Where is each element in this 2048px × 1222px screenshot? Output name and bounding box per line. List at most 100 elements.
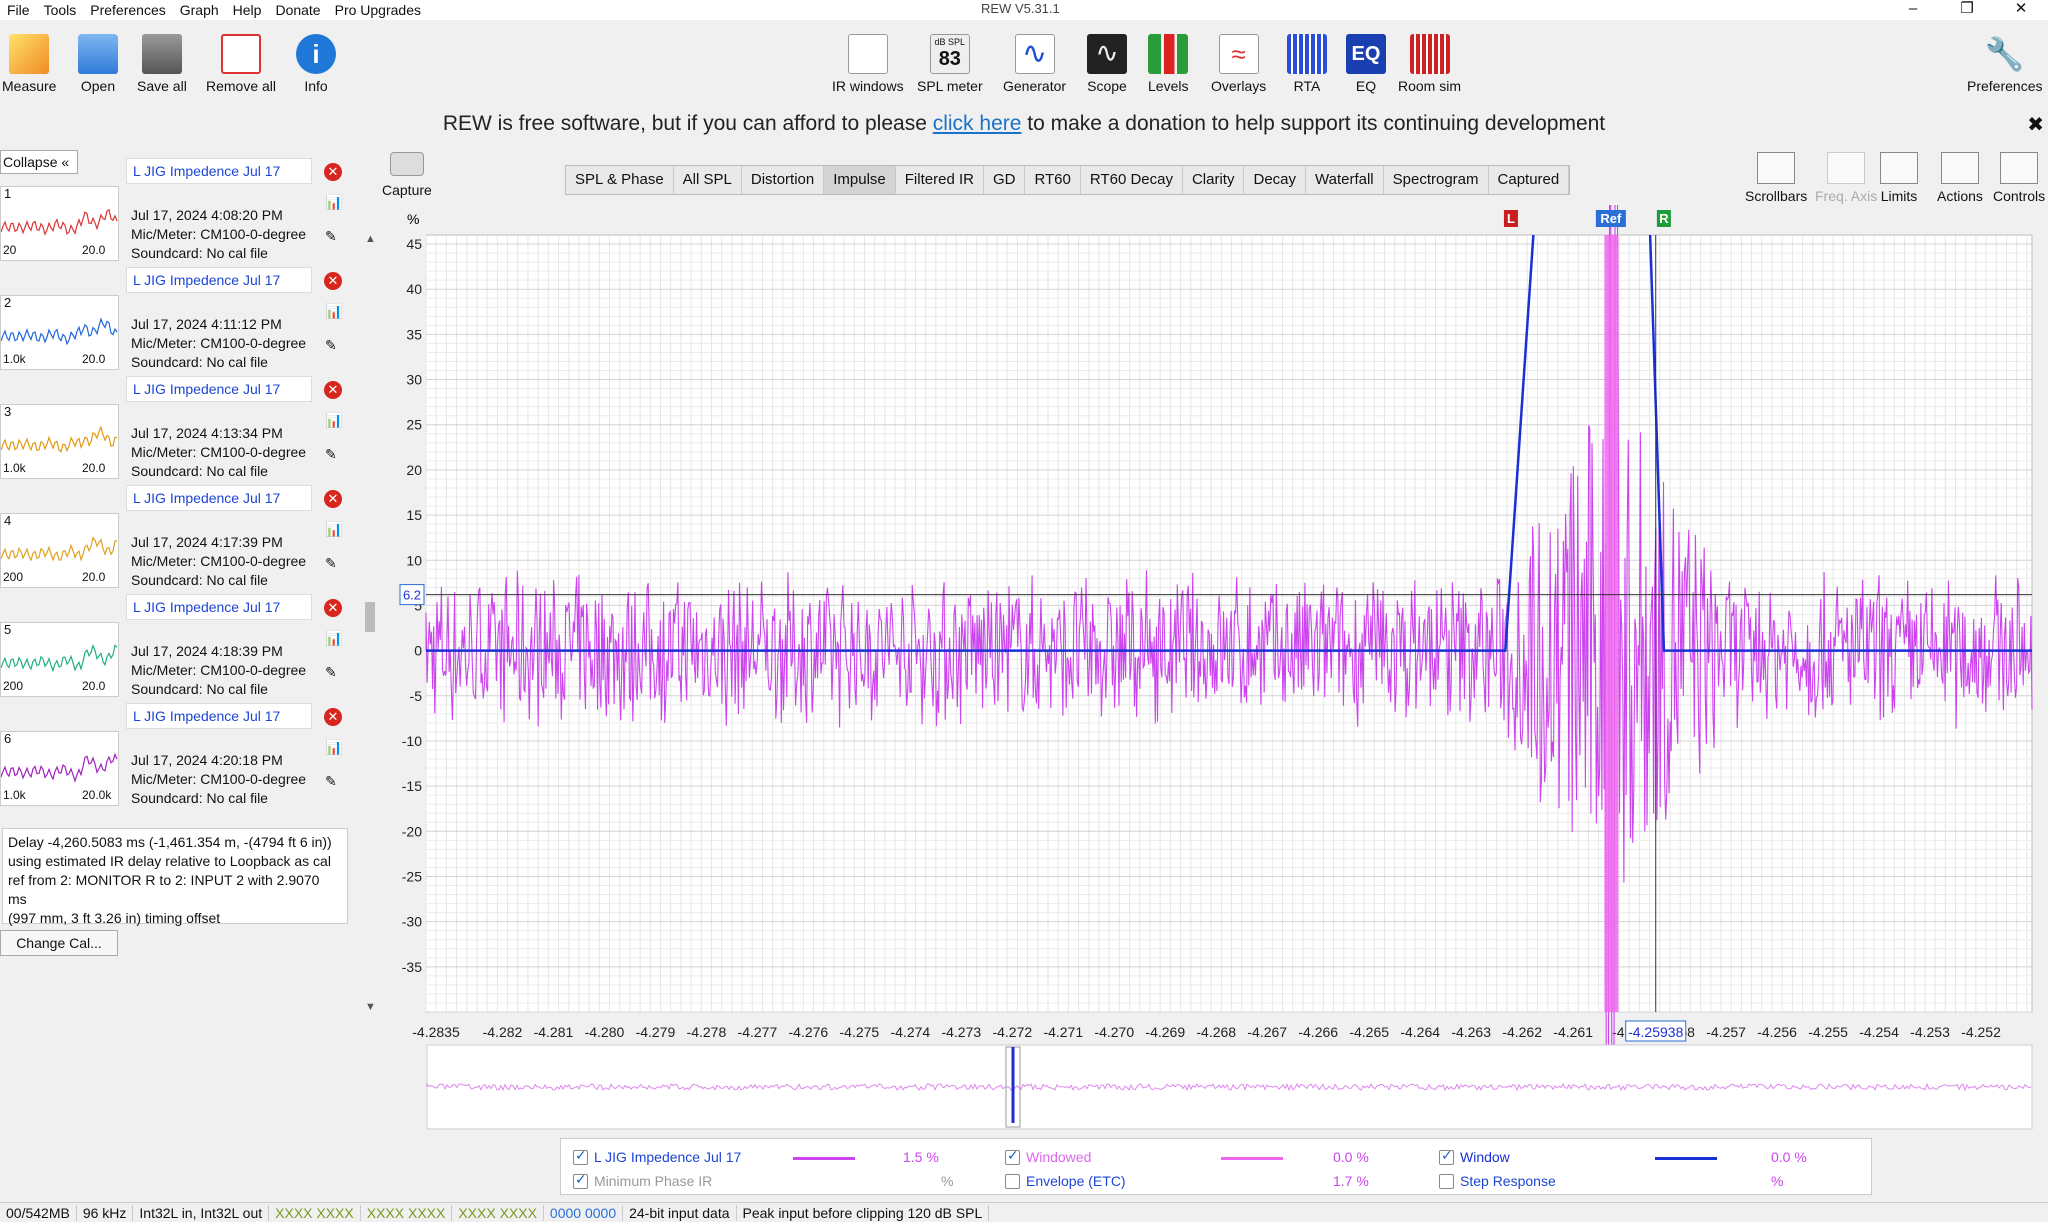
edit-icon[interactable]: ✎	[325, 664, 342, 681]
levels-icon	[1148, 34, 1189, 74]
donate-close-icon[interactable]: ✖	[2027, 112, 2044, 137]
scrollbars-button[interactable]: Scrollbars	[1745, 152, 1807, 204]
chart-icon[interactable]: 📊	[325, 194, 342, 211]
measurement-name[interactable]: L JIG Impedence Jul 17	[126, 594, 312, 620]
remove-all-button[interactable]: Remove all	[206, 34, 276, 94]
spl-meter-button[interactable]: dB SPL 83 SPL meter	[917, 34, 983, 94]
measurement-item[interactable]: L JIG Impedence Jul 17 ✕ 4 200 20.0 Jul 17, 2…	[0, 473, 355, 588]
measurement-item[interactable]: L JIG Impedence Jul 17 ✕ 5 200 20.0 Jul 17, 2…	[0, 582, 355, 697]
impulse-chart[interactable]: %454035302520151050-5-10-15-20-25-30-35-…	[380, 205, 2048, 1135]
controls-button[interactable]: Controls	[1993, 152, 2045, 204]
actions-button[interactable]: Actions	[1937, 152, 1983, 204]
info-button[interactable]: i Info	[296, 34, 336, 94]
legend-checkbox[interactable]	[1005, 1147, 1020, 1165]
menu-donate[interactable]: Donate	[268, 2, 327, 18]
edit-icon[interactable]: ✎	[325, 337, 342, 354]
scroll-thumb[interactable]	[365, 602, 375, 632]
menu-preferences[interactable]: Preferences	[83, 2, 172, 18]
preferences-button[interactable]: 🔧 Preferences	[1967, 34, 2042, 94]
measurement-item[interactable]: L JIG Impedence Jul 17 ✕ 1 20 20.0 Jul 17, 20…	[0, 146, 355, 261]
menu-graph[interactable]: Graph	[173, 2, 226, 18]
remove-measurement-icon[interactable]: ✕	[324, 272, 342, 290]
levels-button[interactable]: Levels	[1148, 34, 1188, 94]
panel-scrollbar[interactable]: ▲ ▼	[362, 230, 378, 1010]
tab-waterfall[interactable]: Waterfall	[1306, 166, 1384, 194]
measurement-item[interactable]: L JIG Impedence Jul 17 ✕ 6 1.0k 20.0k Jul 17,…	[0, 691, 355, 806]
change-cal-button[interactable]: Change Cal...	[0, 930, 118, 956]
open-button[interactable]: Open	[78, 34, 118, 94]
thumbnail-trace	[1, 317, 118, 346]
marker-ref[interactable]: Ref	[1595, 210, 1626, 227]
chart-icon[interactable]: 📊	[325, 739, 342, 756]
capture-button[interactable]: Capture	[382, 152, 432, 198]
menu-tools[interactable]: Tools	[37, 2, 84, 18]
legend-checkbox[interactable]	[1439, 1147, 1454, 1165]
remove-measurement-icon[interactable]: ✕	[324, 163, 342, 181]
legend-checkbox[interactable]	[1439, 1174, 1454, 1189]
legend-checkbox[interactable]	[1005, 1174, 1020, 1189]
overlays-button[interactable]: ≈ Overlays	[1211, 34, 1266, 94]
limits-button[interactable]: Limits	[1880, 152, 1918, 204]
measurement-name[interactable]: L JIG Impedence Jul 17	[126, 703, 312, 729]
measurement-name[interactable]: L JIG Impedence Jul 17	[126, 376, 312, 402]
generator-button[interactable]: ∿ Generator	[1003, 34, 1066, 94]
tab-rt60-decay[interactable]: RT60 Decay	[1081, 166, 1183, 194]
menu-file[interactable]: File	[0, 2, 37, 18]
ir-windows-button[interactable]: IR windows	[832, 34, 904, 94]
levels-label: Levels	[1148, 78, 1189, 94]
remove-measurement-icon[interactable]: ✕	[324, 490, 342, 508]
tab-rt60[interactable]: RT60	[1025, 166, 1081, 194]
tab-filtered-ir[interactable]: Filtered IR	[896, 166, 984, 194]
tab-impulse[interactable]: Impulse	[824, 166, 896, 194]
measurement-name[interactable]: L JIG Impedence Jul 17	[126, 158, 312, 184]
scope-button[interactable]: ∿ Scope	[1087, 34, 1127, 94]
chart-icon[interactable]: 📊	[325, 521, 342, 538]
chart-icon[interactable]: 📊	[325, 303, 342, 320]
save-all-button[interactable]: Save all	[137, 34, 187, 94]
tab-distortion[interactable]: Distortion	[742, 166, 825, 194]
edit-icon[interactable]: ✎	[325, 555, 342, 572]
chart-icon[interactable]: 📊	[325, 630, 342, 647]
freq-axis-button[interactable]: Freq. Axis	[1815, 152, 1877, 204]
legend-item-l-jig-impedence-jul-17[interactable]: L JIG Impedence Jul 17 1.5 %	[573, 1147, 939, 1165]
legend-checkbox[interactable]	[573, 1147, 588, 1165]
scroll-up-icon[interactable]: ▲	[365, 233, 376, 245]
remove-measurement-icon[interactable]: ✕	[324, 599, 342, 617]
eq-button[interactable]: EQ EQ	[1346, 34, 1386, 94]
legend-item-minimum-phase-ir[interactable]: Minimum Phase IR%	[573, 1171, 953, 1189]
tab-decay[interactable]: Decay	[1244, 166, 1307, 194]
legend-checkbox[interactable]	[573, 1171, 588, 1189]
chart-icon[interactable]: 📊	[325, 412, 342, 429]
donate-link[interactable]: click here	[933, 112, 1022, 135]
room-sim-button[interactable]: Room sim	[1398, 34, 1461, 94]
tab-captured[interactable]: Captured	[1489, 166, 1570, 194]
marker-r[interactable]: R	[1656, 210, 1671, 227]
legend-item-step-response[interactable]: Step Response%	[1439, 1173, 1783, 1189]
tab-gd[interactable]: GD	[984, 166, 1026, 194]
remove-measurement-icon[interactable]: ✕	[324, 708, 342, 726]
tab-spl-phase[interactable]: SPL & Phase	[566, 166, 674, 194]
measurement-item[interactable]: L JIG Impedence Jul 17 ✕ 3 1.0k 20.0 Jul 17, …	[0, 364, 355, 479]
marker-l[interactable]: L	[1503, 210, 1518, 227]
edit-icon[interactable]: ✎	[325, 446, 342, 463]
rta-button[interactable]: RTA	[1287, 34, 1327, 94]
menu-pro-upgrades[interactable]: Pro Upgrades	[328, 2, 428, 18]
measurement-name[interactable]: L JIG Impedence Jul 17	[126, 485, 312, 511]
legend-item-envelope-etc-[interactable]: Envelope (ETC) 1.7 %	[1005, 1173, 1369, 1189]
tab-clarity[interactable]: Clarity	[1183, 166, 1245, 194]
measure-button[interactable]: Measure	[2, 34, 56, 94]
maximize-button[interactable]: ❐	[1940, 0, 1994, 18]
legend-item-windowed[interactable]: Windowed 0.0 %	[1005, 1147, 1369, 1165]
measurement-name[interactable]: L JIG Impedence Jul 17	[126, 267, 312, 293]
close-button[interactable]: ✕	[1994, 0, 2048, 18]
tab-spectrogram[interactable]: Spectrogram	[1384, 166, 1489, 194]
minimize-button[interactable]: –	[1886, 0, 1940, 18]
tab-all-spl[interactable]: All SPL	[674, 166, 742, 194]
legend-item-window[interactable]: Window 0.0 %	[1439, 1147, 1807, 1165]
edit-icon[interactable]: ✎	[325, 773, 342, 790]
measurement-item[interactable]: L JIG Impedence Jul 17 ✕ 2 1.0k 20.0 Jul 17, …	[0, 255, 355, 370]
edit-icon[interactable]: ✎	[325, 228, 342, 245]
scroll-down-icon[interactable]: ▼	[365, 1001, 376, 1010]
remove-measurement-icon[interactable]: ✕	[324, 381, 342, 399]
menu-help[interactable]: Help	[226, 2, 269, 18]
